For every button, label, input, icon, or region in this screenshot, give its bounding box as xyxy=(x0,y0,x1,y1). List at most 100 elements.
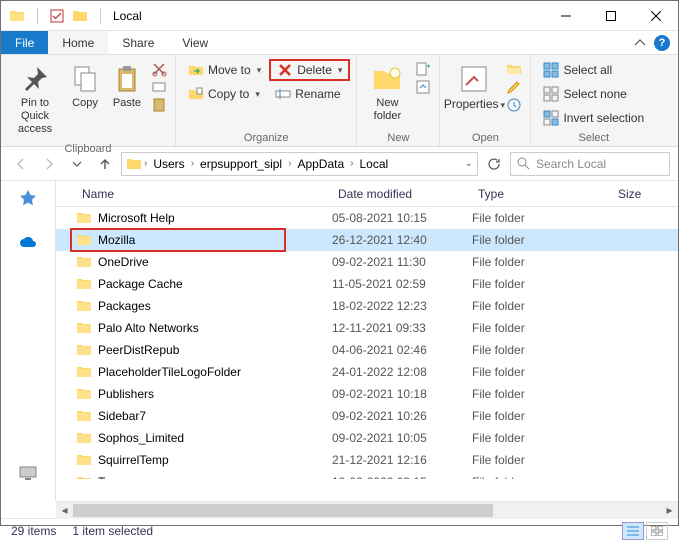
new-item-icon[interactable] xyxy=(415,61,431,77)
paste-shortcut-icon[interactable] xyxy=(151,97,167,113)
copy-button[interactable]: Copy xyxy=(65,59,105,114)
file-date: 09-02-2021 10:18 xyxy=(332,387,472,401)
window-title: Local xyxy=(113,9,142,23)
history-icon[interactable] xyxy=(506,97,522,113)
nav-up-button[interactable] xyxy=(93,152,117,176)
onedrive-icon[interactable] xyxy=(18,233,38,253)
table-row[interactable]: Palo Alto Networks12-11-2021 09:33File f… xyxy=(56,317,678,339)
folder-icon xyxy=(76,408,92,424)
col-size[interactable]: Size xyxy=(612,187,672,201)
address-bar: › Users› erpsupport_sipl› AppData› Local… xyxy=(1,147,678,181)
scroll-thumb[interactable] xyxy=(73,504,493,517)
breadcrumb-item[interactable]: Local xyxy=(355,157,392,171)
table-row[interactable]: SquirrelTemp21-12-2021 12:16File folder xyxy=(56,449,678,471)
file-type: File folder xyxy=(472,365,612,379)
col-date[interactable]: Date modified xyxy=(332,187,472,201)
table-row[interactable]: PlaceholderTileLogoFolder24-01-2022 12:0… xyxy=(56,361,678,383)
menu-file[interactable]: File xyxy=(1,31,48,54)
maximize-button[interactable] xyxy=(588,1,633,31)
table-row[interactable]: Publishers09-02-2021 10:18File folder xyxy=(56,383,678,405)
folder-icon xyxy=(76,386,92,402)
nav-recent-button[interactable] xyxy=(65,152,89,176)
file-name: OneDrive xyxy=(98,255,332,269)
ribbon-group-open: Properties▾ Open xyxy=(440,55,531,146)
invert-selection-button[interactable]: Invert selection xyxy=(537,107,650,129)
file-type: File folder xyxy=(472,299,612,313)
file-date: 04-06-2021 02:46 xyxy=(332,343,472,357)
collapse-ribbon-icon[interactable] xyxy=(634,37,646,49)
scroll-right-button[interactable]: ▸ xyxy=(661,502,678,519)
table-row[interactable]: Microsoft Help05-08-2021 10:15File folde… xyxy=(56,207,678,229)
sidebar xyxy=(1,181,56,501)
new-folder-button[interactable]: New folder xyxy=(363,59,411,127)
move-to-icon xyxy=(188,62,204,78)
table-row[interactable]: PeerDistRepub04-06-2021 02:46File folder xyxy=(56,339,678,361)
help-icon[interactable]: ? xyxy=(654,35,670,51)
table-row[interactable]: OneDrive09-02-2021 11:30File folder xyxy=(56,251,678,273)
file-name: Palo Alto Networks xyxy=(98,321,332,335)
refresh-button[interactable] xyxy=(482,152,506,176)
horizontal-scrollbar[interactable]: ◂ ▸ xyxy=(56,501,678,518)
search-icon xyxy=(517,157,530,170)
easy-access-icon[interactable] xyxy=(415,79,431,95)
folder-icon xyxy=(76,320,92,336)
table-row[interactable]: Package Cache11-05-2021 02:59File folder xyxy=(56,273,678,295)
file-type: File folder xyxy=(472,387,612,401)
col-type[interactable]: Type xyxy=(472,187,612,201)
breadcrumb-item[interactable]: Users xyxy=(149,157,188,171)
select-all-icon xyxy=(543,62,559,78)
scroll-left-button[interactable]: ◂ xyxy=(56,502,73,519)
menu-home[interactable]: Home xyxy=(48,31,108,54)
delete-button[interactable]: Delete▾ xyxy=(269,59,350,81)
ribbon-group-select: Select all Select none Invert selection … xyxy=(531,55,656,146)
menu-share[interactable]: Share xyxy=(108,31,168,54)
table-row[interactable]: Sophos_Limited09-02-2021 10:05File folde… xyxy=(56,427,678,449)
rename-button[interactable]: Rename xyxy=(269,83,350,105)
select-none-button[interactable]: Select none xyxy=(537,83,650,105)
nav-forward-button[interactable] xyxy=(37,152,61,176)
quick-access-icon[interactable] xyxy=(18,189,38,209)
minimize-button[interactable] xyxy=(543,1,588,31)
view-icons-button[interactable] xyxy=(646,522,668,540)
search-input[interactable]: Search Local xyxy=(510,152,670,176)
folder-icon xyxy=(76,342,92,358)
close-button[interactable] xyxy=(633,1,678,31)
breadcrumb[interactable]: › Users› erpsupport_sipl› AppData› Local… xyxy=(121,152,478,176)
file-name: Sophos_Limited xyxy=(98,431,332,445)
folder-icon xyxy=(76,452,92,468)
pin-quick-access-button[interactable]: Pin to Quick access xyxy=(7,59,63,141)
menu-bar: File Home Share View ? xyxy=(1,31,678,55)
qat-folder-icon[interactable] xyxy=(72,8,88,24)
open-icon[interactable] xyxy=(506,61,522,77)
table-row[interactable]: Sidebar709-02-2021 10:26File folder xyxy=(56,405,678,427)
nav-back-button[interactable] xyxy=(9,152,33,176)
folder-icon xyxy=(76,276,92,292)
table-row[interactable]: Mozilla26-12-2021 12:40File folder xyxy=(56,229,678,251)
copy-path-icon[interactable] xyxy=(151,79,167,95)
properties-button[interactable]: Properties▾ xyxy=(446,59,502,116)
file-name: Microsoft Help xyxy=(98,211,332,225)
move-to-button[interactable]: Move to▾ xyxy=(182,59,267,81)
qat-properties-icon[interactable] xyxy=(50,9,64,23)
col-name[interactable]: Name xyxy=(76,187,332,201)
chevron-down-icon[interactable]: ⌄ xyxy=(465,158,473,169)
edit-icon[interactable] xyxy=(506,79,522,95)
file-date: 05-08-2021 10:15 xyxy=(332,211,472,225)
select-all-button[interactable]: Select all xyxy=(537,59,650,81)
menu-view[interactable]: View xyxy=(168,31,222,54)
invert-icon xyxy=(543,110,559,126)
paste-button[interactable]: Paste xyxy=(107,59,147,114)
folder-icon xyxy=(76,254,92,270)
title-bar: Local xyxy=(1,1,678,31)
breadcrumb-item[interactable]: AppData xyxy=(293,157,348,171)
table-row[interactable]: Temp19-02-2022 03:15File folder xyxy=(56,471,678,479)
breadcrumb-item[interactable]: erpsupport_sipl xyxy=(196,157,286,171)
copy-to-button[interactable]: Copy to▾ xyxy=(182,83,267,105)
this-pc-icon[interactable] xyxy=(18,463,38,483)
file-type: File folder xyxy=(472,321,612,335)
file-date: 11-05-2021 02:59 xyxy=(332,277,472,291)
view-details-button[interactable] xyxy=(622,522,644,540)
folder-icon xyxy=(76,364,92,380)
cut-icon[interactable] xyxy=(151,61,167,77)
table-row[interactable]: Packages18-02-2022 12:23File folder xyxy=(56,295,678,317)
